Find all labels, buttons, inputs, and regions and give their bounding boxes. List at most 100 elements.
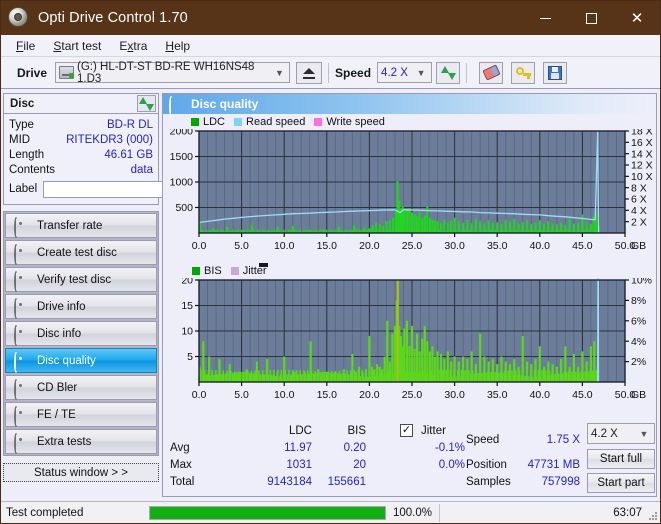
legend-swatch-ldc	[191, 117, 199, 126]
sidebar-item-drive-info[interactable]: Drive info	[5, 294, 157, 319]
sidebar-item-fe-te[interactable]: FE / TE	[5, 402, 157, 427]
menu-extra[interactable]: Extra	[110, 37, 156, 55]
progress-percent: 100.0%	[393, 506, 433, 519]
svg-text:1500: 1500	[170, 151, 194, 163]
stats-speed-select[interactable]: 4.2 X ▼	[587, 423, 655, 444]
ldc-chart-legend: LDC Read speed Write speed	[163, 114, 656, 129]
svg-text:15.0: 15.0	[317, 389, 338, 401]
legend-label-ldc: LDC	[203, 115, 226, 128]
disc-row-key: Contents	[9, 163, 56, 176]
svg-text:8 X: 8 X	[631, 182, 647, 194]
disc-quality-panel: Disc quality LDC Read speed Write speed …	[162, 93, 657, 497]
sidebar-item-label: FE / TE	[37, 408, 76, 421]
left-column: Disc Type BD-R DL MID RITEKDR3 (000) Len…	[3, 93, 245, 497]
stats-avg-ldc: 11.97	[284, 442, 312, 454]
svg-text:5.0: 5.0	[234, 240, 249, 252]
svg-text:45.0: 45.0	[572, 240, 593, 252]
svg-text:20: 20	[181, 278, 193, 287]
start-full-button[interactable]: Start full	[587, 449, 655, 469]
legend-swatch-read-speed	[234, 117, 243, 126]
svg-text:20.0: 20.0	[359, 389, 380, 401]
speed-stat-value: 1.75 X	[546, 434, 580, 446]
svg-text:30.0: 30.0	[444, 389, 465, 401]
window-title: Opti Drive Control 1.70	[38, 10, 188, 26]
erase-button[interactable]	[479, 61, 504, 84]
menu-start-test[interactable]: Start test	[44, 37, 110, 55]
start-part-button[interactable]: Start part	[587, 473, 655, 493]
stats-avg-jitter: -0.1%	[434, 442, 465, 454]
jitter-checkbox[interactable]: ✓	[400, 424, 413, 437]
speed-select-value: 4.2 X	[381, 66, 408, 79]
disc-row-value: data	[130, 163, 153, 176]
legend-swatch-write-speed	[314, 117, 323, 126]
svg-text:35.0: 35.0	[487, 240, 508, 252]
key-button[interactable]	[511, 61, 536, 84]
minimize-button[interactable]	[522, 1, 568, 35]
drive-select[interactable]: (G:) HL-DT-ST BD-RE WH16NS48 1.D3 ▼	[55, 60, 291, 85]
drive-icon	[59, 66, 75, 79]
close-button[interactable]: ✕	[614, 1, 660, 35]
sidebar-item-transfer-rate[interactable]: Transfer rate	[5, 213, 157, 238]
resize-grip[interactable]	[647, 510, 657, 520]
sidebar-item-disc-info[interactable]: Disc info	[5, 321, 157, 346]
chevron-down-icon: ▼	[274, 67, 284, 78]
speed-label: Speed	[335, 65, 372, 80]
position-stat-label: Position	[466, 459, 507, 471]
stats-avg-bis: 0.20	[343, 442, 366, 454]
svg-text:GB: GB	[631, 389, 646, 401]
page-title: Disc quality	[191, 97, 259, 111]
ldc-chart: 500 1000 1500 2000 2 X4 X6 X8 X 10 X 12 X 14 X1…	[163, 129, 656, 261]
bis-chart: 5 10 15 20 2% 4% 6% 8% 10% 0.0 5.0 10.0 15.0 20.0 25.0…	[163, 278, 656, 410]
disc-icon	[14, 270, 30, 292]
save-button[interactable]	[543, 61, 568, 84]
svg-text:20.0: 20.0	[359, 240, 380, 252]
svg-text:14 X: 14 X	[631, 148, 653, 160]
svg-text:5.0: 5.0	[234, 389, 249, 401]
sidebar-item-cd-bler[interactable]: CD Bler	[5, 375, 157, 400]
legend-swatch-bis	[192, 266, 200, 275]
svg-text:500: 500	[175, 202, 193, 214]
drive-select-value: (G:) HL-DT-ST BD-RE WH16NS48 1.D3	[77, 60, 255, 85]
sidebar-item-label: Disc quality	[37, 354, 96, 367]
disc-panel-title: Disc	[10, 97, 35, 110]
menu-bar: File Start test Extra Help	[1, 35, 660, 57]
sidebar-item-extra-tests[interactable]: Extra tests	[5, 429, 157, 454]
svg-text:35.0: 35.0	[487, 389, 508, 401]
stats-row-label-total: Total	[170, 476, 195, 488]
sidebar-item-create-test-disc[interactable]: Create test disc	[5, 240, 157, 265]
svg-text:25.0: 25.0	[402, 389, 423, 401]
speed-select[interactable]: 4.2 X ▼	[377, 62, 433, 83]
eject-button[interactable]	[296, 61, 323, 84]
legend-label-read-speed: Read speed	[246, 115, 306, 128]
stats-row-label-max: Max	[170, 459, 192, 471]
sidebar-item-label: Verify test disc	[37, 273, 112, 286]
disc-row-value: BD-R DL	[106, 118, 153, 131]
maximize-button[interactable]	[568, 1, 614, 35]
stats-speed-select-value: 4.2 X	[591, 427, 618, 440]
drive-toolbar: Drive (G:) HL-DT-ST BD-RE WH16NS48 1.D3 …	[1, 57, 660, 89]
samples-stat-value: 757998	[541, 476, 580, 488]
status-window-button[interactable]: Status window > >	[3, 463, 159, 482]
stats-header-ldc: LDC	[288, 425, 312, 437]
svg-text:18 X: 18 X	[631, 129, 653, 138]
svg-text:12 X: 12 X	[631, 160, 653, 172]
menu-help[interactable]: Help	[156, 37, 199, 55]
disc-row-contents: Contents data	[9, 162, 153, 177]
svg-text:40.0: 40.0	[530, 389, 551, 401]
refresh-button[interactable]	[436, 61, 461, 84]
menu-file[interactable]: File	[7, 37, 44, 55]
svg-text:4%: 4%	[631, 336, 646, 348]
chevron-down-icon: ▼	[639, 428, 649, 439]
svg-text:16 X: 16 X	[631, 137, 653, 149]
drive-label: Drive	[17, 65, 48, 80]
bis-chart-canvas: 5 10 15 20 2% 4% 6% 8% 10% 0.0 5.0 10.0 15.0 20.0 25.0…	[181, 278, 652, 401]
legend-label-write-speed: Write speed	[326, 115, 385, 128]
disc-row-key: Type	[9, 118, 34, 131]
sidebar-item-verify-test-disc[interactable]: Verify test disc	[5, 267, 157, 292]
eject-icon	[303, 67, 316, 74]
disc-refresh-button[interactable]	[137, 95, 156, 112]
svg-text:10: 10	[181, 326, 193, 338]
sidebar-item-disc-quality[interactable]: Disc quality	[5, 348, 157, 373]
disc-icon	[14, 405, 30, 427]
position-stat-value: 47731 MB	[527, 459, 580, 471]
